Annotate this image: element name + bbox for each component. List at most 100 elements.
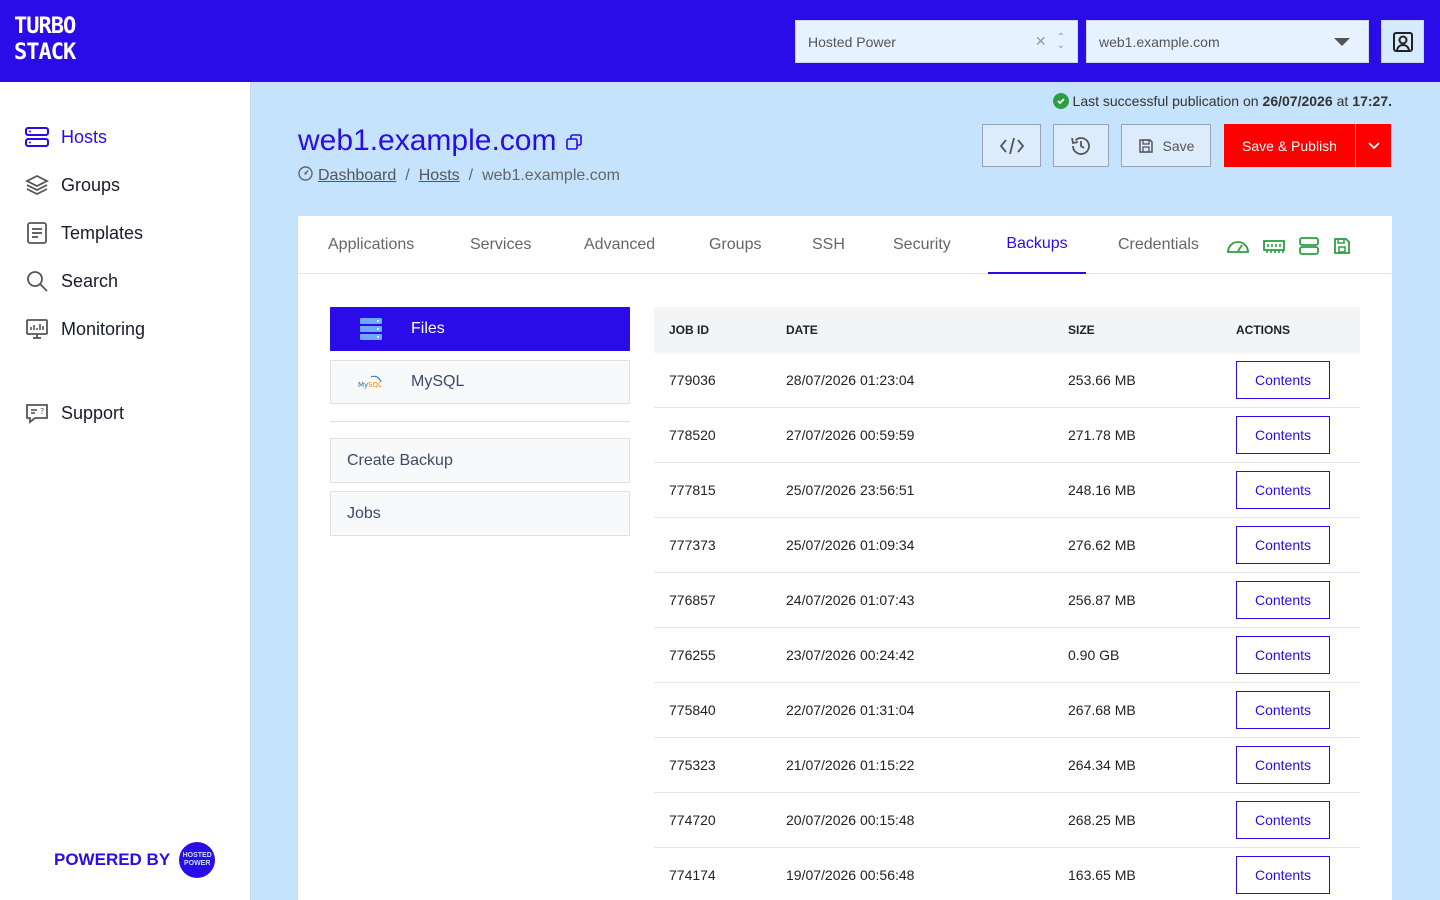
backup-type-mysql[interactable]: My SQL MySQL (330, 360, 630, 404)
sort-arrows-icon: ⌃ ⌄ (1056, 31, 1065, 51)
size-cell: 256.87 MB (1068, 592, 1136, 608)
search-icon (24, 268, 50, 294)
support-icon: ? (24, 400, 50, 426)
contents-button[interactable]: Contents (1236, 361, 1330, 399)
table-row: 779036 28/07/2026 01:23:04 253.66 MB Conten… (654, 353, 1360, 408)
tab-advanced[interactable]: Advanced (584, 216, 655, 274)
clear-icon[interactable]: ✕ (1035, 33, 1047, 50)
sidebar-item-label: Search (61, 270, 119, 291)
contents-button[interactable]: Contents (1236, 416, 1330, 454)
job-id-cell: 779036 (669, 372, 716, 388)
server-icon[interactable] (1298, 236, 1320, 256)
layers-icon (24, 172, 50, 198)
host-select-value: web1.example.com (1099, 33, 1220, 50)
tab-security[interactable]: Security (893, 216, 951, 274)
column-header-date[interactable]: DATE (786, 323, 1068, 337)
sidebar-item-monitoring[interactable]: Monitoring (24, 316, 145, 342)
date-cell: 25/07/2026 23:56:51 (786, 482, 915, 498)
contents-button[interactable]: Contents (1236, 636, 1330, 674)
floppy-disk-icon (1138, 138, 1153, 153)
breadcrumb-hosts[interactable]: Hosts (419, 167, 460, 185)
create-backup-button[interactable]: Create Backup (330, 438, 630, 483)
organization-select-value: Hosted Power (808, 33, 896, 50)
history-icon (1071, 136, 1090, 155)
job-id-cell: 775323 (669, 757, 716, 773)
job-id-cell: 774174 (669, 867, 716, 883)
backup-type-files[interactable]: Files (330, 307, 630, 351)
save-and-publish-button[interactable]: Save & Publish (1224, 124, 1355, 167)
top-bar: TURBO STACK Hosted Power ✕ ⌃ ⌄ web1.examp… (0, 0, 1440, 82)
jobs-button[interactable]: Jobs (330, 491, 630, 536)
table-row: 775323 21/07/2026 01:15:22 264.34 MB Conten… (654, 738, 1360, 793)
organization-select[interactable]: Hosted Power ✕ ⌃ ⌄ (795, 20, 1078, 63)
code-view-button[interactable] (982, 124, 1041, 167)
monitor-icon (24, 316, 50, 342)
size-cell: 0.90 GB (1068, 647, 1120, 663)
breadcrumb-dashboard[interactable]: Dashboard (318, 167, 396, 185)
sidebar-item-search[interactable]: Search (24, 268, 118, 294)
user-profile-button[interactable] (1381, 20, 1424, 63)
turbostack-logo[interactable]: TURBO STACK (14, 14, 76, 68)
hosts-icon (24, 124, 50, 150)
date-cell: 22/07/2026 01:31:04 (786, 702, 915, 718)
publish-options-dropdown[interactable] (1355, 124, 1391, 167)
contents-button[interactable]: Contents (1236, 581, 1330, 619)
logo-line-2: STACK (14, 40, 76, 65)
history-button[interactable] (1053, 124, 1109, 167)
sidebar-item-support[interactable]: ? Support (24, 400, 124, 426)
contents-button[interactable]: Contents (1236, 746, 1330, 784)
tab-status-icons (1226, 236, 1352, 256)
tab-services[interactable]: Services (470, 216, 531, 274)
disk-icon[interactable] (1332, 236, 1352, 256)
contents-button[interactable]: Contents (1236, 856, 1330, 894)
memory-icon[interactable] (1262, 236, 1286, 256)
tab-ssh[interactable]: SSH (812, 216, 845, 274)
size-cell: 268.25 MB (1068, 812, 1136, 828)
speedometer-icon[interactable] (1226, 236, 1250, 256)
date-cell: 20/07/2026 00:15:48 (786, 812, 915, 828)
date-cell: 25/07/2026 01:09:34 (786, 537, 915, 553)
tab-credentials[interactable]: Credentials (1118, 216, 1199, 274)
contents-button[interactable]: Contents (1236, 691, 1330, 729)
job-id-cell: 776857 (669, 592, 716, 608)
job-id-cell: 775840 (669, 702, 716, 718)
sidebar-item-label: Monitoring (61, 318, 146, 339)
column-header-size[interactable]: SIZE (1068, 323, 1236, 337)
tab-applications[interactable]: Applications (328, 216, 414, 274)
hosted-power-logo: HOSTED POWER (179, 842, 216, 878)
powered-by-label: POWERED BY (54, 850, 171, 869)
sidebar-item-label: Templates (61, 222, 144, 243)
breadcrumb-separator: / (468, 167, 474, 184)
logo-line-1: TURBO (14, 14, 76, 39)
date-cell: 23/07/2026 00:24:42 (786, 647, 915, 663)
job-id-cell: 778520 (669, 427, 716, 443)
last-publication-time: 17:27. (1352, 93, 1392, 109)
sidebar-item-groups[interactable]: Groups (24, 172, 120, 198)
tab-backups[interactable]: Backups (988, 216, 1086, 274)
powered-by[interactable]: POWERED BY HOSTED POWER (54, 842, 216, 878)
column-header-actions: ACTIONS (1236, 323, 1290, 337)
contents-button[interactable]: Contents (1236, 471, 1330, 509)
column-header-job-id[interactable]: JOB ID (654, 323, 786, 337)
last-publication-status: Last successful publication on 26/07/202… (1052, 93, 1392, 109)
sidebar-item-label: Groups (61, 174, 121, 195)
sidebar-item-templates[interactable]: Templates (24, 220, 143, 246)
save-button-label: Save (1162, 137, 1195, 154)
host-detail-card: Applications Services Advanced Groups SS… (298, 216, 1392, 900)
divider (330, 421, 630, 422)
job-id-cell: 777373 (669, 537, 716, 553)
save-button[interactable]: Save (1121, 124, 1211, 167)
job-id-cell: 776255 (669, 647, 716, 663)
table-row: 774720 20/07/2026 00:15:48 268.25 MB Conten… (654, 793, 1360, 848)
code-icon (999, 137, 1024, 154)
sidebar-item-hosts[interactable]: Hosts (24, 124, 107, 150)
copy-icon[interactable] (566, 124, 583, 158)
contents-button[interactable]: Contents (1236, 526, 1330, 564)
check-circle-icon (1052, 93, 1069, 109)
table-row: 776255 23/07/2026 00:24:42 0.90 GB Contents (654, 628, 1360, 683)
table-row: 776857 24/07/2026 01:07:43 256.87 MB Conten… (654, 573, 1360, 628)
tab-groups[interactable]: Groups (709, 216, 761, 274)
table-row: 777815 25/07/2026 23:56:51 248.16 MB Conten… (654, 463, 1360, 518)
contents-button[interactable]: Contents (1236, 801, 1330, 839)
host-select[interactable]: web1.example.com (1086, 20, 1369, 63)
